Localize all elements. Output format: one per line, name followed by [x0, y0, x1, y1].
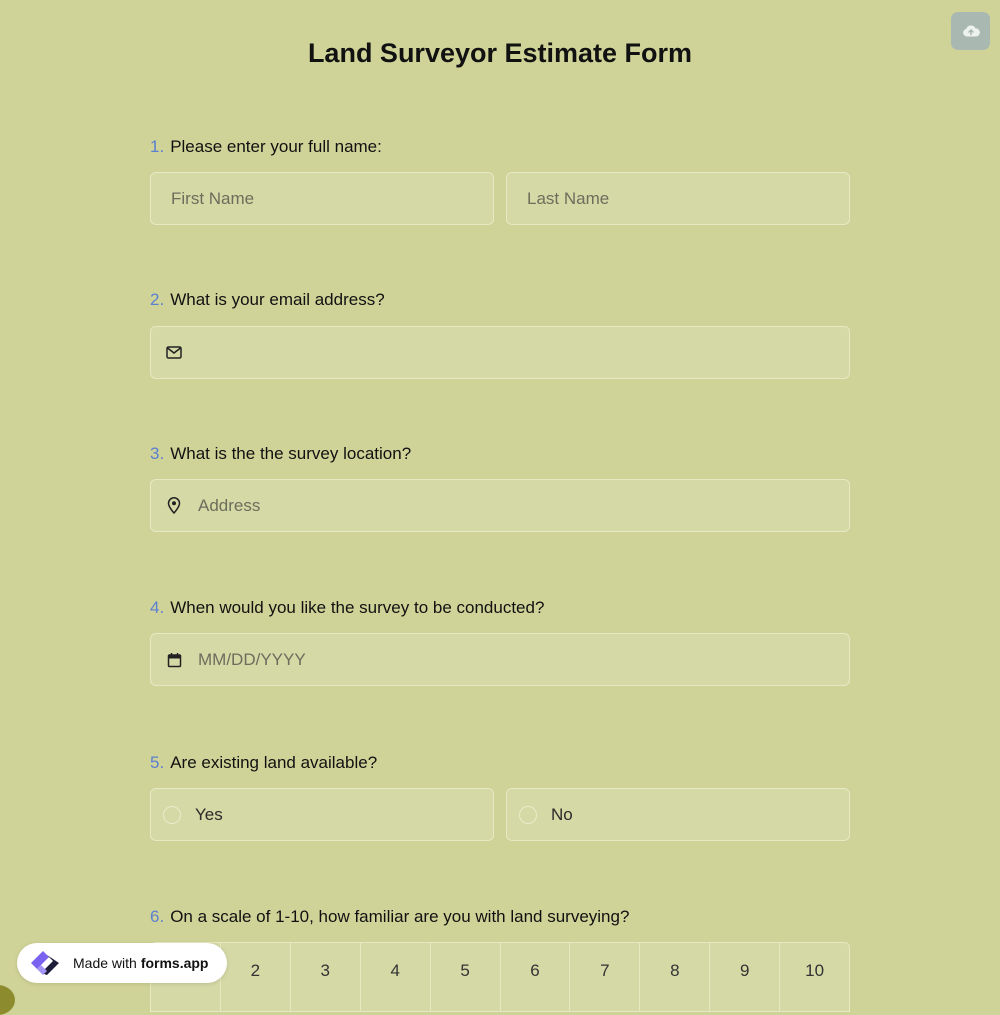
last-name-placeholder: Last Name	[527, 188, 610, 208]
question-label: Are existing land available?	[170, 753, 378, 772]
question-number: 5.	[150, 753, 165, 772]
option-yes[interactable]: Yes	[150, 788, 494, 841]
radio-circle[interactable]	[519, 805, 537, 824]
cloud-upload-icon	[962, 25, 980, 37]
date-placeholder: MM/DD/YYYY	[198, 649, 306, 669]
question-label: What is your email address?	[170, 290, 385, 309]
option-no[interactable]: No	[506, 788, 850, 841]
made-with-badge[interactable]: Made with forms.app	[17, 943, 227, 983]
question-number: 2.	[150, 290, 165, 309]
scale-option-3[interactable]: 3	[290, 942, 361, 1012]
question-6: 6. On a scale of 1-10, how familiar are …	[150, 907, 629, 927]
question-label: What is the the survey location?	[170, 444, 412, 463]
question-label: Please enter your full name:	[170, 137, 382, 156]
form-title: Land Surveyor Estimate Form	[307, 38, 693, 68]
date-field[interactable]: MM/DD/YYYY	[150, 633, 850, 686]
forms-app-logo-icon	[31, 951, 59, 975]
question-label: On a scale of 1-10, how familiar are you…	[170, 907, 630, 926]
badge-prefix: Made with	[73, 955, 137, 971]
envelope-icon	[165, 344, 183, 362]
calendar-icon	[165, 651, 183, 669]
question-5: 5. Are existing land available?	[150, 753, 377, 773]
address-field[interactable]: Address	[150, 479, 850, 532]
email-field[interactable]	[150, 326, 850, 379]
scale-option-6[interactable]: 6	[500, 942, 571, 1012]
address-placeholder: Address	[198, 495, 261, 515]
badge-brand: forms.app	[140, 955, 209, 971]
question-number: 6.	[150, 907, 165, 926]
option-label: Yes	[195, 804, 223, 824]
rating-scale: 1 2 3 4 5 6 7 8 9 10	[150, 942, 851, 1012]
question-number: 3.	[150, 444, 165, 463]
question-number: 1.	[150, 137, 165, 156]
question-number: 4.	[150, 598, 165, 617]
radio-circle[interactable]	[163, 805, 181, 824]
question-label: When would you like the survey to be con…	[170, 598, 545, 617]
question-4: 4. When would you like the survey to be …	[150, 598, 544, 618]
option-label: No	[551, 804, 573, 824]
scale-option-4[interactable]: 4	[360, 942, 431, 1012]
scale-option-7[interactable]: 7	[570, 942, 641, 1012]
map-pin-icon	[165, 497, 183, 515]
scale-option-8[interactable]: 8	[640, 942, 711, 1012]
first-name-placeholder: First Name	[171, 188, 255, 208]
question-1: 1. Please enter your full name:	[150, 137, 382, 157]
scale-option-10[interactable]: 10	[780, 942, 851, 1012]
scale-option-9[interactable]: 9	[710, 942, 781, 1012]
scale-option-5[interactable]: 5	[430, 942, 501, 1012]
question-2: 2. What is your email address?	[150, 290, 385, 310]
last-name-field[interactable]: Last Name	[506, 172, 850, 225]
question-3: 3. What is the the survey location?	[150, 444, 411, 464]
first-name-field[interactable]: First Name	[150, 172, 494, 225]
scale-option-2[interactable]: 2	[220, 942, 291, 1012]
decorative-shape	[0, 985, 15, 1015]
